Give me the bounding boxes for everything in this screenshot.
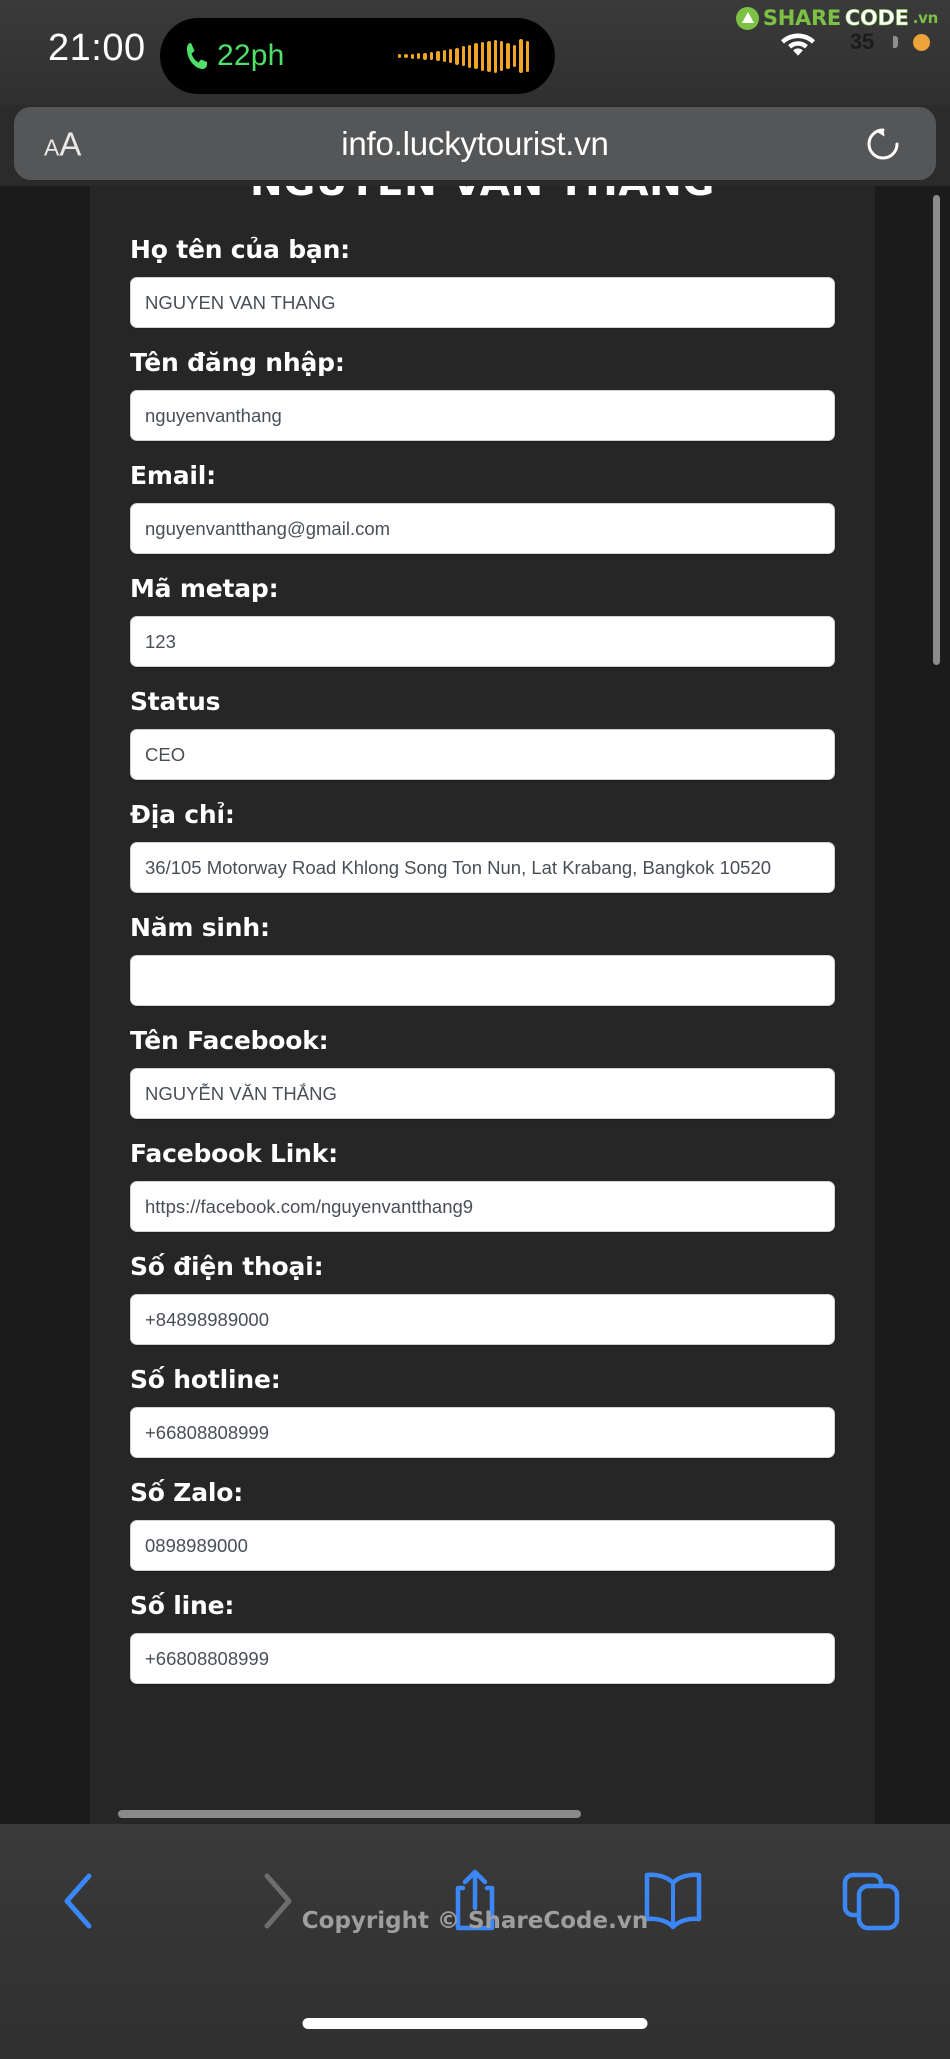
url-text[interactable]: info.luckytourist.vn <box>14 125 936 163</box>
field-input[interactable]: +66808808999 <box>130 1407 835 1458</box>
field-label: Tên đăng nhập: <box>130 348 345 377</box>
profile-form: Họ tên của bạn: NGUYEN VAN THANG Tên đăng … <box>90 235 875 1684</box>
field-input[interactable]: NGUYỄN VĂN THẮNG <box>130 1068 835 1119</box>
form-field: Facebook Link: https://facebook.com/nguye… <box>130 1139 835 1232</box>
field-label: Status <box>130 687 221 716</box>
sharecode-watermark-logo: SHARE CODE .vn <box>735 6 939 31</box>
field-input[interactable]: nguyenvantthang@gmail.com <box>130 503 835 554</box>
field-label: Email: <box>130 461 216 490</box>
form-field: Năm sinh: <box>130 913 835 1006</box>
copyright-watermark: Copyright © ShareCode.vn <box>301 1908 649 1934</box>
field-label: Năm sinh: <box>130 913 270 942</box>
webview-content[interactable]: NGUYEN VAN THANG Họ tên của bạn: NGUYEN V… <box>0 186 950 1824</box>
field-label: Địa chỉ: <box>130 800 235 829</box>
status-time: 21:00 <box>48 27 146 69</box>
field-input[interactable] <box>130 955 835 1006</box>
horizontal-scrollbar[interactable] <box>118 1810 581 1818</box>
field-label: Số hotline: <box>130 1365 281 1394</box>
field-input[interactable]: NGUYEN VAN THANG <box>130 277 835 328</box>
call-info: 22ph <box>186 39 285 73</box>
field-label: Tên Facebook: <box>130 1026 329 1055</box>
phone-screen: NGUYEN VAN THANG Họ tên của bạn: NGUYEN V… <box>0 0 950 2059</box>
field-label: Số điện thoại: <box>130 1252 324 1281</box>
phone-call-icon <box>186 41 208 71</box>
home-indicator[interactable] <box>302 2018 648 2029</box>
field-input[interactable]: +84898989000 <box>130 1294 835 1345</box>
field-input[interactable]: 123 <box>130 616 835 667</box>
page-container: NGUYEN VAN THANG Họ tên của bạn: NGUYEN V… <box>90 186 875 1824</box>
vertical-scrollbar[interactable] <box>933 195 940 665</box>
call-duration-label: 22ph <box>217 39 285 72</box>
field-input[interactable]: nguyenvanthang <box>130 390 835 441</box>
orange-dot-icon <box>913 33 930 51</box>
field-input[interactable]: CEO <box>130 729 835 780</box>
watermark-code-text: CODE <box>844 6 910 31</box>
field-input[interactable]: +66808808999 <box>130 1633 835 1684</box>
reload-icon[interactable] <box>864 125 902 163</box>
wifi-icon <box>779 28 817 56</box>
battery-indicator: 35 <box>831 26 898 58</box>
form-field: Số hotline: +66808808999 <box>130 1365 835 1458</box>
field-label: Họ tên của bạn: <box>130 235 350 264</box>
field-input[interactable]: 0898989000 <box>130 1520 835 1571</box>
audio-waveform-icon <box>397 39 529 73</box>
status-indicators: 35 <box>779 26 930 58</box>
form-field: Email: nguyenvantthang@gmail.com <box>130 461 835 554</box>
page-title: NGUYEN VAN THANG <box>90 186 875 205</box>
address-bar[interactable]: AA info.luckytourist.vn <box>14 107 936 180</box>
form-field: Tên Facebook: NGUYỄN VĂN THẮNG <box>130 1026 835 1119</box>
field-label: Số line: <box>130 1591 235 1620</box>
form-field: Số line: +66808808999 <box>130 1591 835 1684</box>
form-field: Tên đăng nhập: nguyenvanthang <box>130 348 835 441</box>
field-label: Facebook Link: <box>130 1139 338 1168</box>
form-field: Họ tên của bạn: NGUYEN VAN THANG <box>130 235 835 328</box>
field-input[interactable]: https://facebook.com/nguyenvantthang9 <box>130 1181 835 1232</box>
field-input[interactable]: 36/105 Motorway Road Khlong Song Ton Nun… <box>130 842 835 893</box>
dynamic-island-call[interactable]: 22ph <box>160 18 555 94</box>
browser-toolbar: Copyright © ShareCode.vn <box>0 1824 950 2059</box>
watermark-share-text: SHARE <box>762 6 841 30</box>
watermark-vn-text: .vn <box>912 9 939 27</box>
form-field: Số điện thoại: +84898989000 <box>130 1252 835 1345</box>
field-label: Số Zalo: <box>130 1478 244 1507</box>
form-field: Mã metap: 123 <box>130 574 835 667</box>
form-field: Status CEO <box>130 687 835 780</box>
sharecode-badge-icon <box>735 6 759 30</box>
form-field: Địa chỉ: 36/105 Motorway Road Khlong Song… <box>130 800 835 893</box>
field-label: Mã metap: <box>130 574 279 603</box>
battery-level-label: 35 <box>849 29 875 54</box>
form-field: Số Zalo: 0898989000 <box>130 1478 835 1571</box>
